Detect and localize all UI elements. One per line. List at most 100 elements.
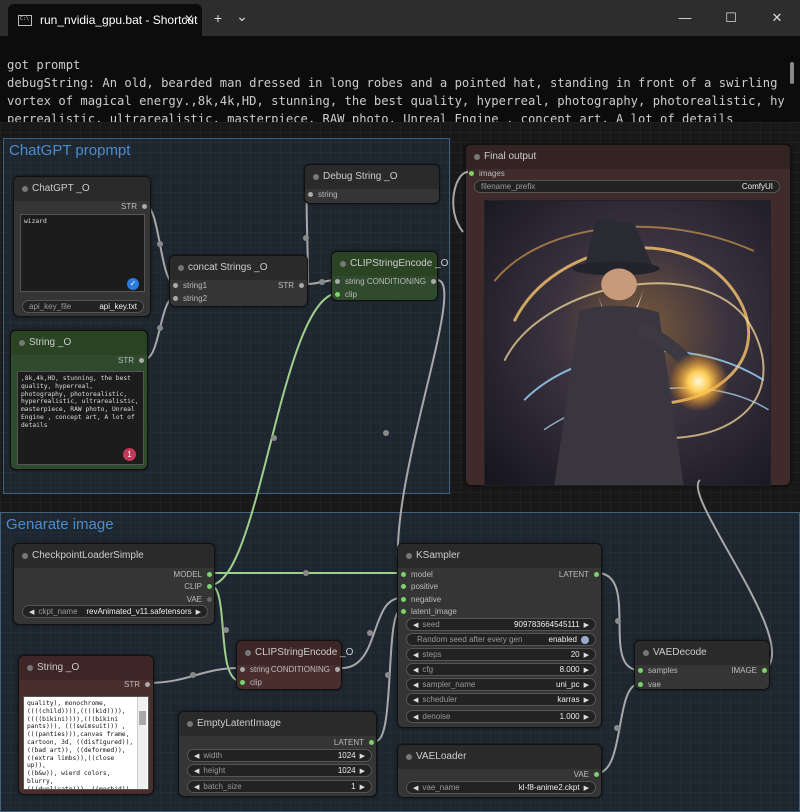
collapse-dot[interactable] bbox=[178, 265, 184, 271]
collapse-dot[interactable] bbox=[643, 650, 649, 656]
collapse-dot[interactable] bbox=[340, 261, 346, 267]
input-slot-images[interactable]: images bbox=[469, 167, 505, 179]
width-field[interactable]: ◀ width 1024 ▶ bbox=[187, 749, 372, 762]
vae-name-select[interactable]: ◀ vae_name kl-f8-anime2.ckpt ▶ bbox=[406, 781, 596, 794]
node-vae-decode[interactable]: VAEDecode samples vae IMAGE bbox=[634, 640, 770, 690]
terminal-scrollbar[interactable] bbox=[790, 62, 794, 84]
random-seed-toggle[interactable]: Random seed after every gen enabled bbox=[406, 633, 596, 646]
minimize-button[interactable]: — bbox=[662, 0, 708, 36]
input-slot-string[interactable]: string bbox=[335, 275, 365, 287]
collapse-dot[interactable] bbox=[19, 340, 25, 346]
batch-size-field[interactable]: ◀ batch_size 1 ▶ bbox=[187, 780, 372, 793]
maximize-button[interactable]: ☐ bbox=[708, 0, 754, 36]
scheduler-select[interactable]: ◀ scheduler karras ▶ bbox=[406, 693, 596, 706]
node-clip-string-encode-positive[interactable]: CLIPStringEncode _O string clip CONDITIO… bbox=[331, 251, 448, 301]
filename-prefix-field[interactable]: filename_prefix ComfyUI bbox=[474, 180, 780, 193]
node-ksampler[interactable]: KSampler model positive negative latent_… bbox=[397, 543, 602, 728]
right-arrow-icon: ▶ bbox=[359, 752, 365, 760]
node-vae-loader[interactable]: VAELoader VAE ◀ vae_name kl-f8-anime2.ckpt… bbox=[397, 744, 602, 798]
negative-prompt-textarea[interactable]: quality), monochrome, ((((child)))),((((… bbox=[23, 696, 149, 790]
scrollbar-thumb[interactable] bbox=[139, 711, 146, 725]
input-slot-string2[interactable]: string2 bbox=[173, 292, 207, 304]
input-slot-samples[interactable]: samples bbox=[638, 664, 678, 676]
output-slot-vae[interactable]: VAE bbox=[187, 593, 212, 605]
node-title: CLIPStringEncode _O bbox=[255, 647, 354, 658]
output-slot-clip[interactable]: CLIP bbox=[184, 580, 212, 592]
api-key-file-field[interactable]: api_key_file api_key.txt bbox=[22, 300, 144, 313]
collapse-dot[interactable] bbox=[22, 186, 28, 192]
sampler-name-select[interactable]: ◀ sampler_name uni_pc ▶ bbox=[406, 678, 596, 691]
collapse-dot[interactable] bbox=[406, 754, 412, 760]
input-slot-latent-image[interactable]: latent_image bbox=[401, 605, 457, 617]
ckpt-name-select[interactable]: ◀ ckpt_name revAnimated_v11.safetensors ▶ bbox=[22, 605, 208, 618]
output-slot-latent[interactable]: LATENT bbox=[559, 568, 599, 580]
node-title-bar[interactable]: KSampler bbox=[398, 544, 601, 568]
steps-field[interactable]: ◀ steps 20 ▶ bbox=[406, 648, 596, 661]
input-slot-clip[interactable]: clip bbox=[240, 676, 262, 688]
input-slot-vae[interactable]: vae bbox=[638, 678, 661, 690]
seed-field[interactable]: ◀ seed 909783664545111 ▶ bbox=[406, 618, 596, 631]
close-tab-icon[interactable]: ✕ bbox=[184, 12, 194, 26]
generated-wizard-image bbox=[484, 200, 771, 486]
collapse-dot[interactable] bbox=[245, 650, 251, 656]
collapse-dot[interactable] bbox=[406, 553, 412, 559]
input-slot-string1[interactable]: string1 bbox=[173, 279, 207, 291]
collapse-dot[interactable] bbox=[22, 553, 28, 559]
left-arrow-icon: ◀ bbox=[29, 608, 35, 616]
tab-dropdown-button[interactable]: ⌄ bbox=[230, 4, 254, 28]
input-slot-string[interactable]: string bbox=[240, 663, 270, 675]
node-title-bar[interactable]: ChatGPT _O bbox=[14, 177, 150, 201]
output-slot-str[interactable]: STR bbox=[278, 279, 304, 291]
node-title-bar[interactable]: EmptyLatentImage bbox=[179, 712, 376, 736]
node-clip-string-encode-negative[interactable]: CLIPStringEncode _O string clip CONDITIO… bbox=[236, 640, 353, 690]
output-slot-str[interactable]: STR bbox=[124, 678, 150, 690]
node-string-positive[interactable]: String _O STR ,8k,4k,HD, stunning, the b… bbox=[10, 330, 148, 470]
node-title: concat Strings _O bbox=[188, 262, 268, 273]
output-slot-str[interactable]: STR bbox=[121, 200, 147, 212]
height-field[interactable]: ◀ height 1024 ▶ bbox=[187, 764, 372, 777]
output-slot-image[interactable]: IMAGE bbox=[731, 664, 767, 676]
output-slot-vae[interactable]: VAE bbox=[574, 768, 599, 780]
input-slot-negative[interactable]: negative bbox=[401, 593, 441, 605]
node-title: Final output bbox=[484, 151, 537, 162]
input-slot-model[interactable]: model bbox=[401, 568, 433, 580]
node-title-bar[interactable]: Final output bbox=[466, 145, 790, 169]
node-empty-latent-image[interactable]: EmptyLatentImage LATENT ◀ width 1024 ▶ ◀ hei… bbox=[178, 711, 377, 797]
close-window-button[interactable]: ✕ bbox=[754, 0, 800, 36]
node-title-bar[interactable]: concat Strings _O bbox=[170, 256, 307, 280]
output-slot-str[interactable]: STR bbox=[118, 354, 144, 366]
output-slot-latent[interactable]: LATENT bbox=[334, 736, 374, 748]
node-title-bar[interactable]: CLIPStringEncode _O bbox=[237, 641, 353, 665]
node-string-negative[interactable]: String _O STR quality), monochrome, ((((… bbox=[18, 655, 154, 795]
right-arrow-icon: ▶ bbox=[583, 784, 589, 792]
new-tab-button[interactable]: + bbox=[206, 6, 230, 30]
collapse-dot[interactable] bbox=[474, 154, 480, 160]
node-title-bar[interactable]: Debug String _O bbox=[305, 165, 439, 189]
collapse-dot[interactable] bbox=[313, 174, 319, 180]
denoise-field[interactable]: ◀ denoise 1.000 ▶ bbox=[406, 710, 596, 723]
node-title-bar[interactable]: CheckpointLoaderSimple bbox=[14, 544, 214, 568]
textarea-scrollbar[interactable] bbox=[137, 697, 147, 789]
node-title-bar[interactable]: VAELoader bbox=[398, 745, 601, 769]
cfg-field[interactable]: ◀ cfg 8.000 ▶ bbox=[406, 663, 596, 676]
output-slot-conditioning[interactable]: CONDITIONING bbox=[367, 275, 436, 287]
input-slot-string[interactable]: string bbox=[308, 188, 338, 200]
node-title: String _O bbox=[37, 662, 80, 673]
node-title-bar[interactable]: CLIPStringEncode _O bbox=[332, 252, 448, 276]
node-chatgpt[interactable]: ChatGPT _O STR wizard ✓ api_key_file api_… bbox=[13, 176, 151, 317]
node-debug-string[interactable]: Debug String _O string bbox=[304, 164, 440, 204]
node-checkpoint-loader[interactable]: CheckpointLoaderSimple MODEL CLIP VAE ◀ c… bbox=[13, 543, 215, 625]
node-title-bar[interactable]: String _O bbox=[11, 331, 147, 355]
node-title-bar[interactable]: VAEDecode bbox=[635, 641, 769, 665]
collapse-dot[interactable] bbox=[187, 721, 193, 727]
node-title-bar[interactable]: String _O bbox=[19, 656, 153, 680]
prompt-textarea[interactable]: wizard bbox=[20, 214, 145, 292]
right-arrow-icon: ▶ bbox=[583, 696, 589, 704]
output-slot-model[interactable]: MODEL bbox=[174, 568, 212, 580]
input-slot-positive[interactable]: positive bbox=[401, 580, 438, 592]
terminal-tab[interactable]: run_nvidia_gpu.bat - Shortcut ✕ bbox=[8, 4, 202, 36]
node-concat-strings[interactable]: concat Strings _O string1 string2 STR bbox=[169, 255, 308, 307]
output-slot-conditioning[interactable]: CONDITIONING bbox=[271, 663, 340, 675]
input-slot-clip[interactable]: clip bbox=[335, 288, 357, 300]
collapse-dot[interactable] bbox=[27, 665, 33, 671]
